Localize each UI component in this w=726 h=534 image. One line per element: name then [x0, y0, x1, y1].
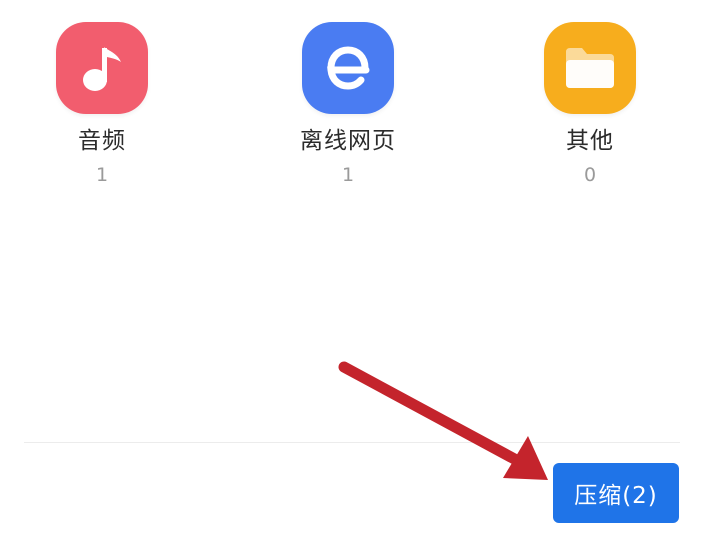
compress-button[interactable]: 压缩(2): [553, 463, 679, 523]
category-audio-label: 音频: [78, 128, 126, 154]
other-icon-tile: [544, 22, 636, 114]
category-offline-webpage[interactable]: 离线网页 1: [258, 22, 438, 202]
offline-webpage-icon-tile: [302, 22, 394, 114]
category-audio-count: 1: [95, 164, 109, 186]
browser-e-icon: [327, 46, 370, 90]
category-offline-webpage-label: 离线网页: [300, 128, 396, 154]
category-other[interactable]: 其他 0: [500, 22, 680, 202]
category-other-label: 其他: [566, 128, 614, 154]
folder-icon: [566, 48, 614, 88]
music-note-icon: [83, 47, 121, 91]
bottom-divider: [24, 442, 680, 443]
category-audio[interactable]: 音频 1: [12, 22, 192, 202]
file-category-screen: 音频 1 离线网页 1 其他 0 压缩(2): [0, 0, 726, 534]
category-offline-webpage-count: 1: [341, 164, 355, 186]
audio-icon-tile: [56, 22, 148, 114]
category-other-count: 0: [583, 164, 597, 186]
